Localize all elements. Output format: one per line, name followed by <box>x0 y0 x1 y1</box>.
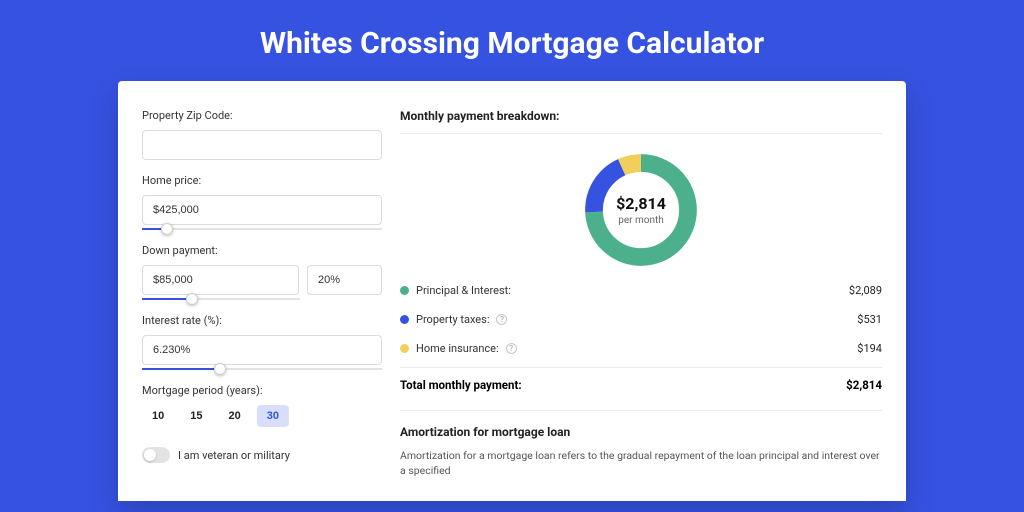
period-btn-10[interactable]: 10 <box>142 405 174 427</box>
total-row: Total monthly payment: $2,814 <box>400 367 882 392</box>
calculator-card: Property Zip Code: Home price: Down paym… <box>118 81 906 501</box>
breakdown-column: Monthly payment breakdown: $2,814 per mo… <box>400 109 882 501</box>
donut-sub: per month <box>618 215 664 226</box>
down-payment-slider[interactable] <box>142 298 300 300</box>
form-column: Property Zip Code: Home price: Down paym… <box>142 109 382 501</box>
home-price-input[interactable] <box>142 195 382 225</box>
slider-thumb[interactable] <box>161 223 173 235</box>
home-price-label: Home price: <box>142 174 382 187</box>
down-payment-input[interactable] <box>142 265 299 295</box>
zip-group: Property Zip Code: <box>142 109 382 160</box>
legend-row-insurance: Home insurance: ? $194 <box>400 334 882 363</box>
legend-label: Home insurance: <box>416 342 499 355</box>
period-group: Mortgage period (years): 10 15 20 30 <box>142 384 382 427</box>
legend-label: Property taxes: <box>416 313 489 326</box>
total-label: Total monthly payment: <box>400 378 522 392</box>
breakdown-title: Monthly payment breakdown: <box>400 109 882 134</box>
down-payment-pct-input[interactable] <box>307 265 382 295</box>
veteran-toggle[interactable] <box>142 447 170 463</box>
amortization-body: Amortization for a mortgage loan refers … <box>400 449 882 478</box>
period-btn-20[interactable]: 20 <box>219 405 251 427</box>
zip-input[interactable] <box>142 130 382 160</box>
page-title: Whites Crossing Mortgage Calculator <box>0 0 1024 81</box>
period-btn-15[interactable]: 15 <box>180 405 212 427</box>
amortization-title: Amortization for mortgage loan <box>400 425 882 439</box>
home-price-slider[interactable] <box>142 228 382 230</box>
info-icon[interactable]: ? <box>496 314 507 325</box>
period-label: Mortgage period (years): <box>142 384 382 397</box>
period-buttons: 10 15 20 30 <box>142 405 382 427</box>
veteran-label: I am veteran or military <box>178 449 290 462</box>
dot-icon <box>400 344 409 353</box>
donut-amount: $2,814 <box>616 194 666 213</box>
down-payment-group: Down payment: <box>142 244 382 300</box>
payment-donut: $2,814 per month <box>579 148 703 272</box>
down-payment-label: Down payment: <box>142 244 382 257</box>
home-price-group: Home price: <box>142 174 382 230</box>
dot-icon <box>400 315 409 324</box>
donut-wrap: $2,814 per month <box>400 134 882 276</box>
legend-value: $194 <box>857 342 882 355</box>
interest-label: Interest rate (%): <box>142 314 382 327</box>
zip-label: Property Zip Code: <box>142 109 382 122</box>
veteran-row: I am veteran or military <box>142 447 382 463</box>
period-btn-30[interactable]: 30 <box>257 405 289 427</box>
legend-value: $2,089 <box>849 284 882 297</box>
interest-input[interactable] <box>142 335 382 365</box>
interest-slider[interactable] <box>142 368 382 370</box>
total-value: $2,814 <box>846 378 882 392</box>
dot-icon <box>400 286 409 295</box>
slider-thumb[interactable] <box>214 363 226 375</box>
legend-label: Principal & Interest: <box>416 284 511 297</box>
legend-row-principal: Principal & Interest: $2,089 <box>400 276 882 305</box>
interest-group: Interest rate (%): <box>142 314 382 370</box>
legend-row-taxes: Property taxes: ? $531 <box>400 305 882 334</box>
amortization-section: Amortization for mortgage loan Amortizat… <box>400 410 882 478</box>
info-icon[interactable]: ? <box>506 343 517 354</box>
slider-thumb[interactable] <box>186 293 198 305</box>
legend-value: $531 <box>857 313 882 326</box>
